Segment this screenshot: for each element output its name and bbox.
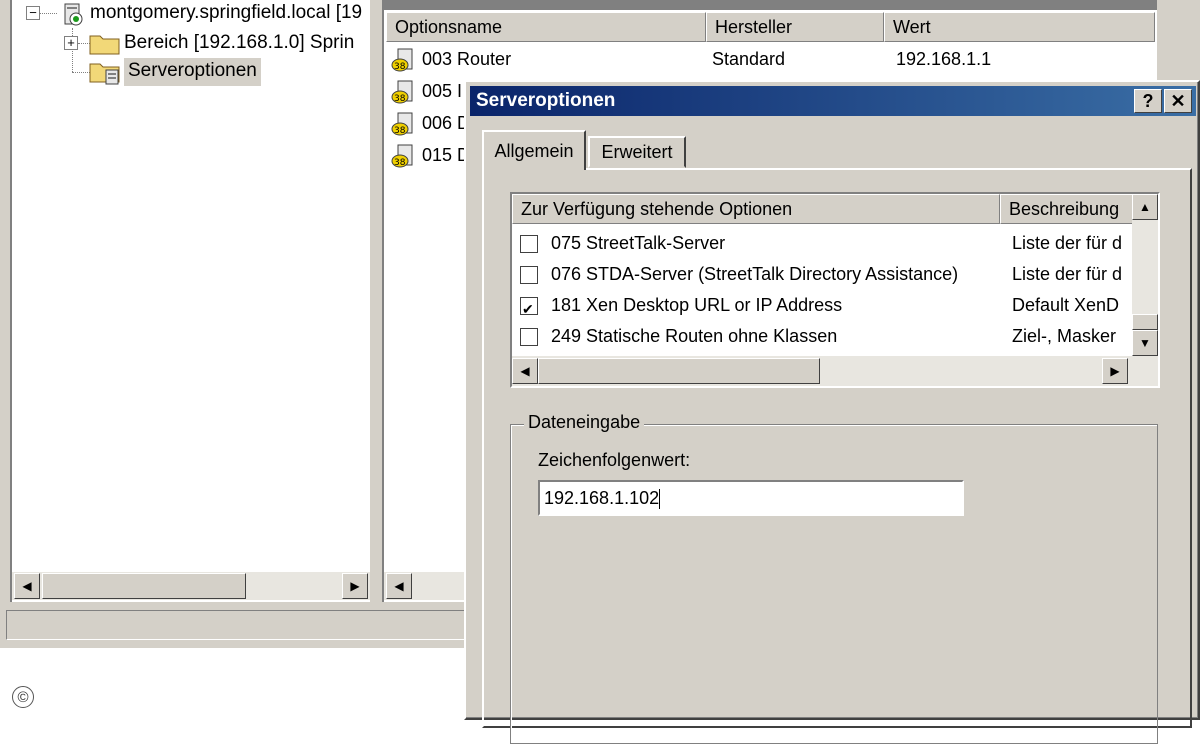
- svg-text:38: 38: [394, 158, 406, 168]
- dialog-titlebar[interactable]: Serveroptionen ? ✕: [470, 86, 1196, 116]
- option-name: 003 Router: [422, 49, 512, 69]
- folder-icon: [89, 35, 120, 55]
- option-label: 075 StreetTalk-Server: [551, 233, 726, 253]
- tree-item-server-options[interactable]: Serveroptionen: [124, 58, 261, 86]
- column-header-value[interactable]: Wert: [884, 12, 1155, 42]
- tree-connector: [39, 13, 57, 14]
- copyright-watermark: ©: [12, 686, 34, 708]
- horizontal-scrollbar[interactable]: ◀ ▶: [512, 356, 1158, 386]
- tree-item-scope[interactable]: Bereich [192.168.1.0] Sprin: [124, 32, 354, 54]
- tab-erweitert[interactable]: Erweitert: [588, 136, 686, 168]
- list-item[interactable]: 38 003 Router Standard 192.168.1.1: [388, 46, 1148, 76]
- pane-top-edge: [384, 0, 1157, 10]
- dhcp-server-icon: [64, 3, 83, 26]
- string-value-label: Zeichenfolgenwert:: [538, 450, 691, 470]
- scroll-right-icon[interactable]: ▶: [342, 573, 368, 599]
- option-name: 015 D: [422, 145, 471, 165]
- scrollbar-thumb[interactable]: [538, 358, 820, 384]
- scrollbar-thumb[interactable]: [42, 573, 246, 599]
- data-entry-group: [510, 424, 1158, 744]
- option-description: Ziel-, Masker: [1012, 326, 1117, 346]
- column-header-vendor[interactable]: Hersteller: [706, 12, 884, 42]
- tree-pane: − montgomery.springfield.local [19 + Ber…: [10, 0, 370, 602]
- option-label: 249 Statische Routen ohne Klassen: [551, 326, 838, 346]
- scroll-right-icon[interactable]: ▶: [1102, 358, 1128, 384]
- string-value-text: 192.168.1.102: [544, 488, 660, 508]
- option-label: 076 STDA-Server (StreetTalk Directory As…: [551, 264, 959, 284]
- option-value: 192.168.1.1: [896, 49, 992, 69]
- svg-text:38: 38: [394, 62, 406, 72]
- option-description: Default XenD: [1012, 295, 1120, 315]
- svg-text:38: 38: [394, 94, 406, 104]
- string-value-input[interactable]: 192.168.1.102: [538, 480, 964, 516]
- scroll-down-icon[interactable]: ▼: [1132, 330, 1158, 356]
- dialog-title: Serveroptionen: [476, 90, 616, 111]
- list-item[interactable]: 181 Xen Desktop URL or IP Address Defaul…: [520, 290, 1132, 325]
- scroll-left-icon[interactable]: ◀: [512, 358, 538, 384]
- column-header-available-options[interactable]: Zur Verfügung stehende Optionen: [512, 194, 1000, 224]
- option-label: 181 Xen Desktop URL or IP Address: [551, 295, 843, 315]
- list-horizontal-scrollbar[interactable]: ◀: [384, 572, 474, 600]
- svg-text:38: 38: [394, 126, 406, 136]
- list-item[interactable]: 075 StreetTalk-Server Liste der für d: [520, 228, 1132, 259]
- option-checkbox[interactable]: [520, 266, 538, 285]
- vertical-scrollbar[interactable]: ▲ ▼: [1132, 194, 1158, 356]
- option-name: 005 I: [422, 81, 463, 101]
- tree-expand-toggle[interactable]: +: [64, 36, 78, 50]
- help-button[interactable]: ?: [1134, 89, 1162, 113]
- scroll-left-icon[interactable]: ◀: [14, 573, 40, 599]
- option-checkbox[interactable]: [520, 235, 538, 254]
- list-item[interactable]: 076 STDA-Server (StreetTalk Directory As…: [520, 259, 1132, 290]
- option-vendor: Standard: [712, 49, 786, 69]
- close-button[interactable]: ✕: [1164, 89, 1192, 113]
- option-name: 006 D: [422, 113, 471, 133]
- option-icon: 38: [391, 144, 413, 168]
- tree-horizontal-scrollbar[interactable]: ◀ ▶: [12, 572, 370, 600]
- text-cursor: [659, 489, 661, 510]
- available-options-list[interactable]: Zur Verfügung stehende Optionen Beschrei…: [510, 192, 1160, 388]
- option-checkbox[interactable]: [520, 328, 538, 347]
- option-icon: 38: [391, 80, 413, 104]
- option-icon: 38: [391, 48, 413, 72]
- scroll-left-icon[interactable]: ◀: [386, 573, 412, 599]
- tab-allgemein[interactable]: Allgemein: [482, 130, 586, 170]
- option-icon: 38: [391, 112, 413, 136]
- column-header-description[interactable]: Beschreibung: [1000, 194, 1136, 224]
- scroll-up-icon[interactable]: ▲: [1132, 194, 1158, 220]
- column-header-option-name[interactable]: Optionsname: [386, 12, 706, 42]
- data-entry-group-label: Dateneingabe: [524, 412, 645, 433]
- option-description: Liste der für d: [1012, 233, 1123, 253]
- option-checkbox-checked[interactable]: [520, 294, 538, 325]
- tree-collapse-toggle[interactable]: −: [26, 6, 40, 20]
- option-description: Liste der für d: [1012, 264, 1123, 284]
- scrollbar-thumb[interactable]: [1132, 314, 1158, 330]
- list-item[interactable]: 249 Statische Routen ohne Klassen Ziel-,…: [520, 321, 1132, 352]
- server-options-dialog: Serveroptionen ? ✕ Allgemein Erweitert Z…: [464, 80, 1200, 744]
- tree-item-server[interactable]: montgomery.springfield.local [19: [90, 2, 362, 24]
- server-options-icon: [89, 63, 120, 85]
